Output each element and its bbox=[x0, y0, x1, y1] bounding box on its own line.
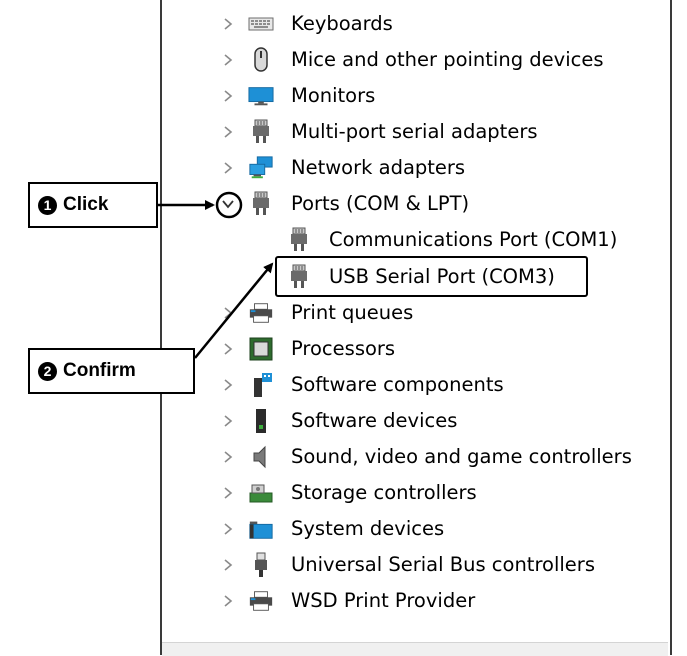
confirm-arrow bbox=[194, 262, 274, 359]
annotation-overlay bbox=[158, 191, 274, 359]
expand-toggle-highlight-circle bbox=[215, 191, 243, 219]
